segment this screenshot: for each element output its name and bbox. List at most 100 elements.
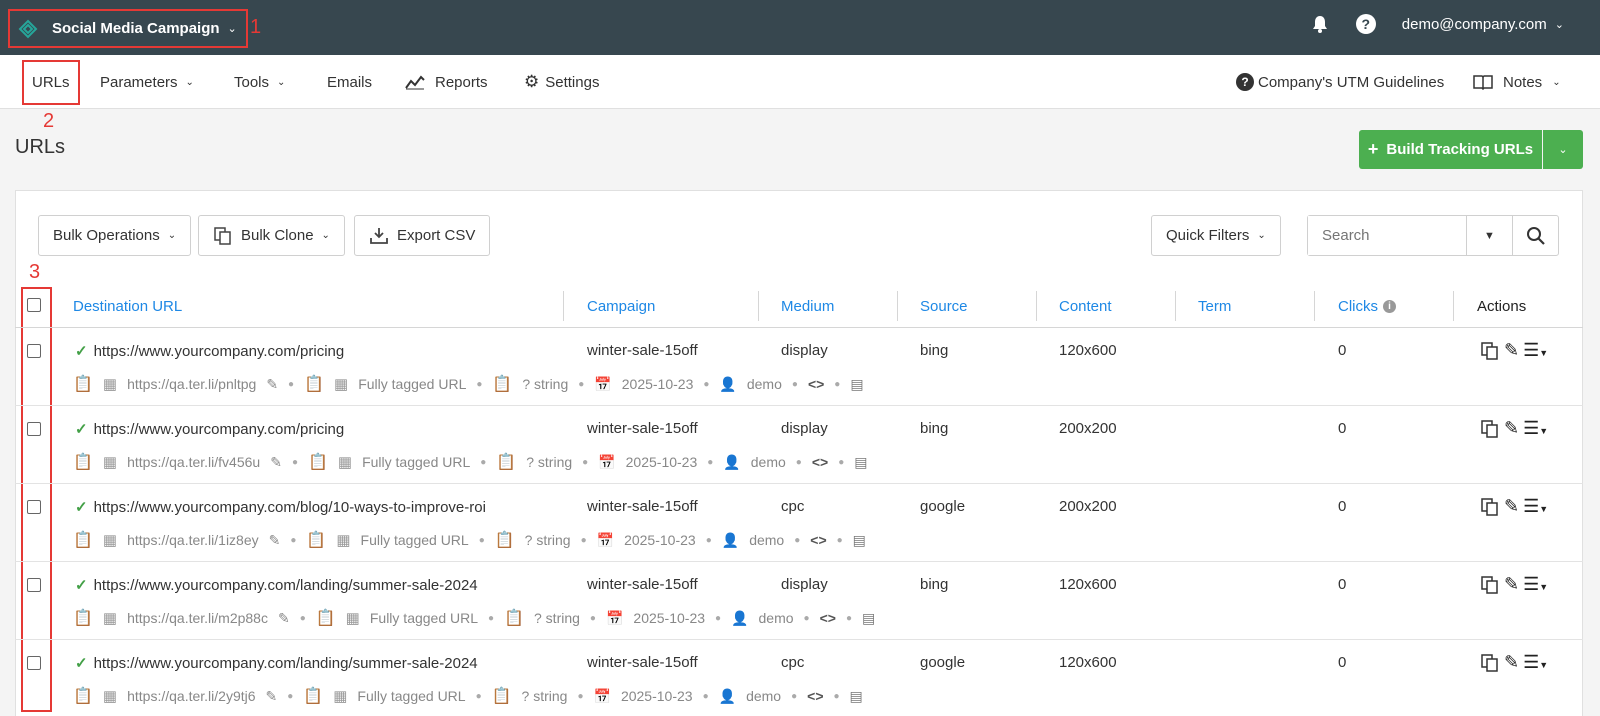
code-icon[interactable]: <>: [810, 532, 826, 548]
col-content[interactable]: Content: [1059, 291, 1112, 321]
clipboard-icon[interactable]: 📋: [304, 374, 324, 394]
pencil-icon[interactable]: ✎: [1504, 652, 1519, 673]
nav-emails[interactable]: Emails: [327, 55, 372, 109]
pencil-icon[interactable]: ✎: [1504, 418, 1519, 439]
info-icon[interactable]: i: [1383, 299, 1396, 313]
clone-icon[interactable]: [1480, 497, 1500, 517]
clipboard-icon[interactable]: 📋: [303, 686, 323, 706]
col-clicks[interactable]: Clicks i: [1338, 291, 1396, 321]
clone-icon[interactable]: [1480, 653, 1500, 673]
short-url[interactable]: https://qa.ter.li/2y9tj6: [127, 688, 255, 704]
clipboard-icon[interactable]: 📋: [73, 374, 93, 394]
pencil-icon[interactable]: ✎: [1504, 574, 1519, 595]
tagged-url-label[interactable]: Fully tagged URL: [358, 376, 466, 392]
build-options-dropdown[interactable]: ⌄: [1543, 130, 1583, 169]
nav-tools[interactable]: Tools ⌄: [234, 55, 285, 109]
campaign-selector[interactable]: Social Media Campaign ⌄: [8, 9, 248, 48]
code-icon[interactable]: <>: [807, 688, 823, 704]
destination-url-cell[interactable]: ✓ https://www.yourcompany.com/landing/sum…: [75, 654, 478, 672]
bulk-operations-button[interactable]: Bulk Operations ⌄: [38, 215, 192, 256]
nav-parameters[interactable]: Parameters ⌄: [100, 55, 194, 109]
nav-reports[interactable]: Reports: [405, 55, 488, 109]
col-destination-url[interactable]: Destination URL: [73, 291, 182, 321]
row-checkbox[interactable]: [27, 656, 41, 670]
clone-icon[interactable]: [1480, 341, 1500, 361]
qr-code-icon[interactable]: ▦: [338, 453, 352, 471]
tagged-url-label[interactable]: Fully tagged URL: [357, 688, 465, 704]
destination-url-cell[interactable]: ✓ https://www.yourcompany.com/pricing: [75, 420, 344, 438]
qr-code-icon[interactable]: ▦: [346, 609, 360, 627]
archive-icon[interactable]: ▤: [850, 376, 863, 393]
clipboard-icon[interactable]: 📋: [73, 686, 93, 706]
archive-icon[interactable]: ▤: [862, 610, 875, 627]
clipboard-icon[interactable]: 📋: [73, 608, 93, 628]
short-url[interactable]: https://qa.ter.li/1iz8ey: [127, 532, 259, 548]
qr-code-icon[interactable]: ▦: [103, 375, 117, 393]
clipboard-icon[interactable]: 📋: [73, 452, 93, 472]
col-source[interactable]: Source: [920, 291, 968, 321]
col-term[interactable]: Term: [1198, 291, 1231, 321]
bell-icon[interactable]: [1310, 14, 1330, 34]
select-all-checkbox[interactable]: [27, 298, 41, 312]
tagged-url-label[interactable]: Fully tagged URL: [361, 532, 469, 548]
help-icon[interactable]: ?: [1355, 14, 1376, 34]
pencil-icon[interactable]: ✎: [269, 532, 281, 549]
menu-icon[interactable]: ☰▼: [1523, 340, 1548, 361]
qr-code-icon[interactable]: ▦: [334, 375, 348, 393]
tagged-url-label[interactable]: Fully tagged URL: [362, 454, 470, 470]
short-url[interactable]: https://qa.ter.li/m2p88c: [127, 610, 268, 626]
nav-settings[interactable]: ⚙ Settings: [524, 55, 599, 109]
clipboard-icon[interactable]: 📋: [306, 530, 326, 550]
nav-notes[interactable]: Notes ⌄: [1473, 55, 1561, 109]
export-csv-button[interactable]: Export CSV: [354, 215, 491, 256]
pencil-icon[interactable]: ✎: [1504, 340, 1519, 361]
build-tracking-urls-button[interactable]: + Build Tracking URLs: [1359, 130, 1542, 169]
nav-utm-guidelines[interactable]: ? Company's UTM Guidelines: [1236, 55, 1444, 109]
search-input[interactable]: [1308, 216, 1466, 255]
archive-icon[interactable]: ▤: [854, 454, 867, 471]
row-checkbox[interactable]: [27, 422, 41, 436]
qr-code-icon[interactable]: ▦: [103, 531, 117, 549]
col-medium[interactable]: Medium: [781, 291, 834, 321]
pencil-icon[interactable]: ✎: [270, 454, 282, 471]
search-button[interactable]: [1512, 216, 1558, 255]
pencil-icon[interactable]: ✎: [1504, 496, 1519, 517]
search-options-dropdown[interactable]: ▼: [1466, 216, 1512, 255]
quick-filters-button[interactable]: Quick Filters ⌄: [1151, 215, 1281, 256]
qr-code-icon[interactable]: ▦: [336, 531, 350, 549]
short-url[interactable]: https://qa.ter.li/fv456u: [127, 454, 260, 470]
qr-code-icon[interactable]: ▦: [333, 687, 347, 705]
code-icon[interactable]: <>: [808, 376, 824, 392]
clone-icon[interactable]: [1480, 419, 1500, 439]
pencil-icon[interactable]: ✎: [278, 610, 290, 627]
pencil-icon[interactable]: ✎: [266, 376, 278, 393]
row-checkbox[interactable]: [27, 344, 41, 358]
qr-code-icon[interactable]: ▦: [103, 609, 117, 627]
archive-icon[interactable]: ▤: [853, 532, 866, 549]
clipboard-icon[interactable]: 📋: [308, 452, 328, 472]
destination-url-cell[interactable]: ✓ https://www.yourcompany.com/landing/sum…: [75, 576, 478, 594]
code-icon[interactable]: <>: [820, 610, 836, 626]
col-campaign[interactable]: Campaign: [587, 291, 655, 321]
menu-icon[interactable]: ☰▼: [1523, 496, 1548, 517]
user-menu[interactable]: demo@company.com ⌄: [1402, 16, 1564, 33]
bulk-clone-button[interactable]: Bulk Clone ⌄: [198, 215, 345, 256]
menu-icon[interactable]: ☰▼: [1523, 652, 1548, 673]
qr-code-icon[interactable]: ▦: [103, 453, 117, 471]
menu-icon[interactable]: ☰▼: [1523, 574, 1548, 595]
nav-urls[interactable]: URLs: [22, 60, 80, 105]
tagged-url-label[interactable]: Fully tagged URL: [370, 610, 478, 626]
destination-url-cell[interactable]: ✓ https://www.yourcompany.com/blog/10-way…: [75, 498, 486, 516]
qr-code-icon[interactable]: ▦: [103, 687, 117, 705]
destination-url-cell[interactable]: ✓ https://www.yourcompany.com/pricing: [75, 342, 344, 360]
code-icon[interactable]: <>: [812, 454, 828, 470]
row-checkbox[interactable]: [27, 500, 41, 514]
archive-icon[interactable]: ▤: [850, 688, 863, 705]
clipboard-icon[interactable]: 📋: [73, 530, 93, 550]
menu-icon[interactable]: ☰▼: [1523, 418, 1548, 439]
pencil-icon[interactable]: ✎: [266, 688, 278, 705]
clipboard-icon[interactable]: 📋: [316, 608, 336, 628]
short-url[interactable]: https://qa.ter.li/pnltpg: [127, 376, 256, 392]
row-checkbox[interactable]: [27, 578, 41, 592]
clone-icon[interactable]: [1480, 575, 1500, 595]
